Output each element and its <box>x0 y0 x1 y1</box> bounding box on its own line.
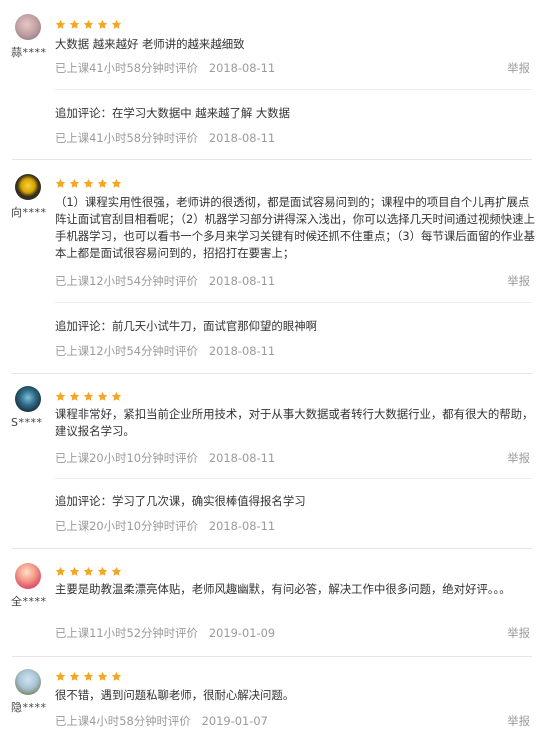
star-icon <box>55 566 66 577</box>
star-icon <box>97 19 108 30</box>
report-button[interactable]: 举报 <box>507 60 530 76</box>
report-button[interactable]: 举报 <box>507 713 530 729</box>
review-item: 隐**** 很不错，遇到问题私聊老师，很耐心解决问题。 已上课4小时58分钟时评… <box>0 657 542 735</box>
review-time: 已上课11小时52分钟时评价 <box>55 626 198 640</box>
review-meta: 已上课12小时54分钟时评价 2018-08-11 <box>55 273 275 289</box>
star-icon <box>83 566 94 577</box>
rating-stars <box>55 391 122 405</box>
followup-divider <box>55 302 532 303</box>
star-icon <box>111 178 122 189</box>
star-icon <box>55 391 66 402</box>
username: S**** <box>11 416 43 429</box>
followup-time: 已上课20小时10分钟时评价 <box>55 519 198 533</box>
review-text: （1）课程实用性很强，老师讲的很透彻，都是面试容易问到的；课程中的项目自个儿再扩… <box>55 195 535 260</box>
review-meta: 已上课4小时58分钟时评价 2019-01-07 <box>55 713 268 729</box>
star-icon <box>111 19 122 30</box>
star-icon <box>83 391 94 402</box>
report-button[interactable]: 举报 <box>507 273 530 289</box>
user-avatar[interactable] <box>15 14 41 40</box>
followup-date: 2018-08-11 <box>208 344 276 358</box>
followup-date: 2018-08-11 <box>208 131 276 145</box>
review-date: 2018-08-11 <box>208 274 276 288</box>
review-meta: 已上课20小时10分钟时评价 2018-08-11 <box>55 450 275 466</box>
review-time: 已上课12小时54分钟时评价 <box>55 274 198 288</box>
rating-stars <box>55 671 122 685</box>
user-avatar[interactable] <box>15 669 41 695</box>
star-icon <box>97 566 108 577</box>
star-icon <box>111 671 122 682</box>
review-text: 课程非常好，紧扣当前企业所用技术，对于从事大数据或者转行大数据行业，都有很大的帮… <box>55 407 534 438</box>
username: 蒜**** <box>11 46 47 59</box>
star-icon <box>97 671 108 682</box>
report-button[interactable]: 举报 <box>507 450 530 466</box>
review-meta: 已上课11小时52分钟时评价 2019-01-09 <box>55 625 275 641</box>
star-icon <box>83 178 94 189</box>
review-item: 蒜**** 大数据 越来越好 老师讲的越来越细致 已上课41小时58分钟时评价 2… <box>0 0 542 160</box>
followup-text: 追加评论：前几天小试牛刀，面试官那仰望的眼神啊 <box>55 319 317 333</box>
star-icon <box>69 566 80 577</box>
review-item: 向**** （1）课程实用性很强，老师讲的很透彻，都是面试容易问到的；课程中的项… <box>0 160 542 374</box>
username: 向**** <box>11 206 47 219</box>
followup-meta: 已上课41小时58分钟时评价 2018-08-11 <box>55 130 275 146</box>
rating-stars <box>55 19 122 33</box>
review-item: S**** 课程非常好，紧扣当前企业所用技术，对于从事大数据或者转行大数据行业，… <box>0 374 542 549</box>
review-item: 全**** 主要是助教温柔漂亮体贴，老师风趣幽默，有问必答，解决工作中很多问题，… <box>0 549 542 657</box>
followup-meta: 已上课20小时10分钟时评价 2018-08-11 <box>55 518 275 534</box>
review-text: 大数据 越来越好 老师讲的越来越细致 <box>55 37 245 51</box>
user-avatar[interactable] <box>15 174 41 200</box>
review-time: 已上课20小时10分钟时评价 <box>55 451 198 465</box>
review-text: 主要是助教温柔漂亮体贴，老师风趣幽默，有问必答，解决工作中很多问题，绝对好评。。… <box>55 582 511 596</box>
review-text: 很不错，遇到问题私聊老师，很耐心解决问题。 <box>55 688 295 702</box>
star-icon <box>111 566 122 577</box>
star-icon <box>83 671 94 682</box>
followup-date: 2018-08-11 <box>208 519 276 533</box>
star-icon <box>69 391 80 402</box>
star-icon <box>55 671 66 682</box>
star-icon <box>97 391 108 402</box>
report-button[interactable]: 举报 <box>507 625 530 641</box>
review-time: 已上课41小时58分钟时评价 <box>55 61 198 75</box>
user-avatar[interactable] <box>15 563 41 589</box>
star-icon <box>83 19 94 30</box>
followup-divider <box>55 478 532 479</box>
star-icon <box>55 178 66 189</box>
rating-stars <box>55 566 122 580</box>
review-meta: 已上课41小时58分钟时评价 2018-08-11 <box>55 60 275 76</box>
review-date: 2019-01-07 <box>201 714 268 728</box>
username: 隐**** <box>11 701 47 714</box>
review-date: 2018-08-11 <box>208 61 276 75</box>
review-date: 2018-08-11 <box>208 451 276 465</box>
username: 全**** <box>11 595 47 608</box>
star-icon <box>97 178 108 189</box>
followup-text: 追加评论：在学习大数据中 越来越了解 大数据 <box>55 106 291 120</box>
star-icon <box>69 671 80 682</box>
star-icon <box>69 178 80 189</box>
star-icon <box>111 391 122 402</box>
review-time: 已上课4小时58分钟时评价 <box>55 714 191 728</box>
followup-divider <box>55 89 532 90</box>
star-icon <box>69 19 80 30</box>
user-avatar[interactable] <box>15 386 41 412</box>
rating-stars <box>55 178 122 192</box>
followup-text: 追加评论：学习了几次课，确实很棒值得报名学习 <box>55 494 306 508</box>
star-icon <box>55 19 66 30</box>
followup-meta: 已上课12小时54分钟时评价 2018-08-11 <box>55 343 275 359</box>
followup-time: 已上课12小时54分钟时评价 <box>55 344 198 358</box>
review-date: 2019-01-09 <box>208 626 276 640</box>
followup-time: 已上课41小时58分钟时评价 <box>55 131 198 145</box>
